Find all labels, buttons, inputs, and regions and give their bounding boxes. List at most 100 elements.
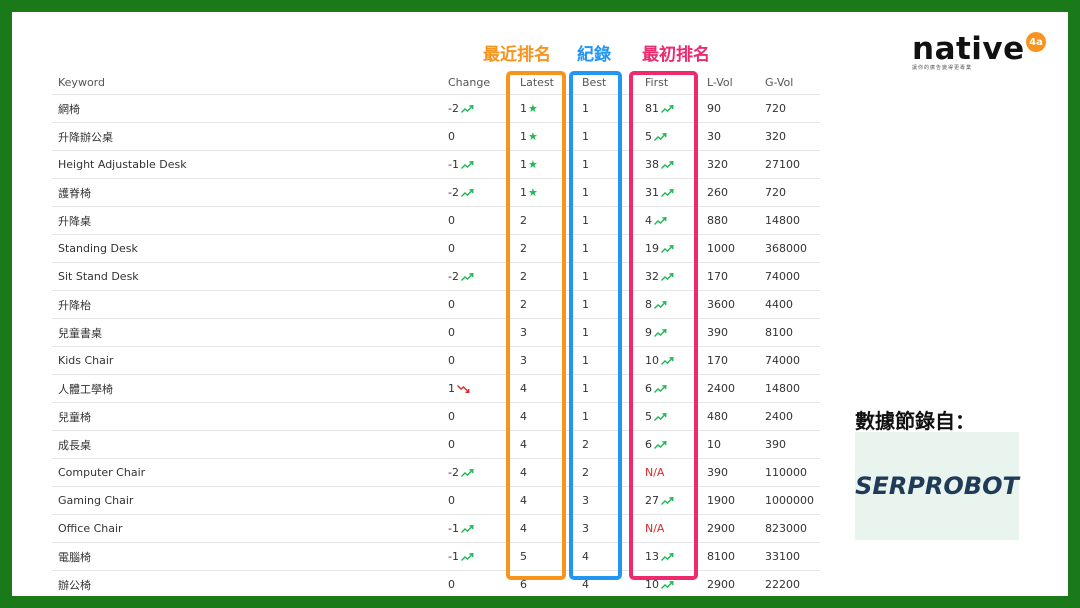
trend-up-icon (460, 160, 474, 169)
trend-up-icon (460, 468, 474, 477)
change-cell: 0 (448, 578, 455, 591)
gvol-cell: 320 (765, 130, 786, 143)
change-cell: 0 (448, 298, 455, 311)
lvol-cell: 170 (707, 270, 728, 283)
lvol-cell: 170 (707, 354, 728, 367)
latest-highlight-box (506, 71, 566, 580)
label-latest-rank: 最近排名 (482, 44, 553, 67)
change-cell: -1 (448, 515, 474, 542)
trend-up-icon (460, 188, 474, 197)
change-cell: -2 (448, 179, 474, 206)
table-row[interactable]: Standing Desk 0 2 1 19 1000 368000 (52, 235, 820, 263)
gvol-cell: 33100 (765, 550, 800, 563)
keyword-cell: Sit Stand Desk (58, 270, 139, 283)
table-row[interactable]: Height Adjustable Desk -1 1 ★ 1 38 320 27100 (52, 151, 820, 179)
gvol-cell: 368000 (765, 242, 807, 255)
keyword-cell: Kids Chair (58, 354, 114, 367)
lvol-cell: 880 (707, 214, 728, 227)
trend-up-icon (661, 580, 674, 589)
keyword-cell: 電腦椅 (58, 550, 91, 564)
table-row[interactable]: Kids Chair 0 3 1 10 170 74000 (52, 347, 820, 375)
change-cell: 0 (448, 214, 455, 227)
table-row[interactable]: Office Chair -1 4 3 N/A 2900 823000 (52, 515, 820, 543)
table-row[interactable]: 兒童書桌 0 3 1 9 390 8100 (52, 319, 820, 347)
change-cell: -1 (448, 543, 474, 570)
table-row[interactable]: Computer Chair -2 4 2 N/A 390 110000 (52, 459, 820, 487)
keyword-cell: 成長桌 (58, 438, 91, 452)
change-cell: 0 (448, 130, 455, 143)
table-row[interactable]: 電腦椅 -1 5 4 13 8100 33100 (52, 543, 820, 571)
header-keyword[interactable]: Keyword (58, 70, 105, 94)
change-cell: 0 (448, 494, 455, 507)
trend-up-icon (460, 524, 474, 533)
lvol-cell: 1000 (707, 242, 735, 255)
gvol-cell: 74000 (765, 270, 800, 283)
header-change[interactable]: Change (448, 70, 490, 94)
keyword-cell: 辦公椅 (58, 578, 91, 592)
gvol-cell: 27100 (765, 158, 800, 171)
lvol-cell: 480 (707, 410, 728, 423)
gvol-cell: 720 (765, 186, 786, 199)
first-highlight-box (629, 71, 698, 580)
table-row[interactable]: 網椅 -2 1 ★ 1 81 90 720 (52, 95, 820, 123)
change-cell: -2 (448, 263, 474, 290)
lvol-cell: 2900 (707, 522, 735, 535)
gvol-cell: 1000000 (765, 494, 814, 507)
serprobot-logo-text: SERPROBOT (855, 472, 1019, 500)
header-gvol[interactable]: G-Vol (765, 70, 793, 94)
logo-badge: 4a (1026, 32, 1046, 52)
keyword-cell: 兒童書桌 (58, 326, 102, 340)
trend-down-icon (457, 384, 470, 393)
table-body: 網椅 -2 1 ★ 1 81 90 720 升降辦公桌 0 1 ★ 1 5 30 320 Height Adju… (52, 95, 820, 596)
lvol-cell: 1900 (707, 494, 735, 507)
native-logo: native 4a 讓你的廣告變得更專業 (912, 32, 1046, 71)
gvol-cell: 390 (765, 438, 786, 451)
lvol-cell: 90 (707, 102, 721, 115)
keyword-cell: 人體工學椅 (58, 382, 113, 396)
header-lvol[interactable]: L-Vol (707, 70, 733, 94)
table-row[interactable]: 護脊椅 -2 1 ★ 1 31 260 720 (52, 179, 820, 207)
change-cell: 0 (448, 326, 455, 339)
label-best-record: 紀錄 (576, 44, 613, 67)
table-row[interactable]: 成長桌 0 4 2 6 10 390 (52, 431, 820, 459)
change-cell: 0 (448, 354, 455, 367)
table-row[interactable]: 升降辦公桌 0 1 ★ 1 5 30 320 (52, 123, 820, 151)
gvol-cell: 14800 (765, 214, 800, 227)
change-cell: 0 (448, 410, 455, 423)
gvol-cell: 22200 (765, 578, 800, 591)
table-row[interactable]: 升降枱 0 2 1 8 3600 4400 (52, 291, 820, 319)
lvol-cell: 320 (707, 158, 728, 171)
serprobot-logo: SERPROBOT (855, 432, 1019, 540)
lvol-cell: 10 (707, 438, 721, 451)
gvol-cell: 8100 (765, 326, 793, 339)
keyword-cell: Standing Desk (58, 242, 138, 255)
best-highlight-box (569, 71, 622, 580)
change-cell: 0 (448, 438, 455, 451)
lvol-cell: 8100 (707, 550, 735, 563)
table-row[interactable]: 人體工學椅 1 4 1 6 2400 14800 (52, 375, 820, 403)
table-row[interactable]: 兒童椅 0 4 1 5 480 2400 (52, 403, 820, 431)
change-cell: 0 (448, 242, 455, 255)
table-row[interactable]: 辦公椅 0 6 4 10 2900 22200 (52, 571, 820, 596)
table-row[interactable]: Gaming Chair 0 4 3 27 1900 1000000 (52, 487, 820, 515)
change-cell: -1 (448, 151, 474, 178)
lvol-cell: 260 (707, 186, 728, 199)
keyword-cell: Gaming Chair (58, 494, 134, 507)
gvol-cell: 14800 (765, 382, 800, 395)
change-cell: 1 (448, 375, 470, 402)
lvol-cell: 30 (707, 130, 721, 143)
lvol-cell: 2400 (707, 382, 735, 395)
keyword-cell: Computer Chair (58, 466, 146, 479)
table-header: Keyword Change Latest Best First L-Vol G… (52, 70, 820, 95)
slide: 最近排名 紀錄 最初排名 Keyword Change Latest Best … (12, 12, 1068, 596)
trend-up-icon (460, 272, 474, 281)
lvol-cell: 2900 (707, 578, 735, 591)
gvol-cell: 720 (765, 102, 786, 115)
table-row[interactable]: Sit Stand Desk -2 2 1 32 170 74000 (52, 263, 820, 291)
gvol-cell: 2400 (765, 410, 793, 423)
table-row[interactable]: 升降桌 0 2 1 4 880 14800 (52, 207, 820, 235)
keyword-cell: 升降桌 (58, 214, 91, 228)
label-first-rank: 最初排名 (641, 44, 712, 67)
change-cell: -2 (448, 459, 474, 486)
keyword-cell: 升降枱 (58, 298, 91, 312)
